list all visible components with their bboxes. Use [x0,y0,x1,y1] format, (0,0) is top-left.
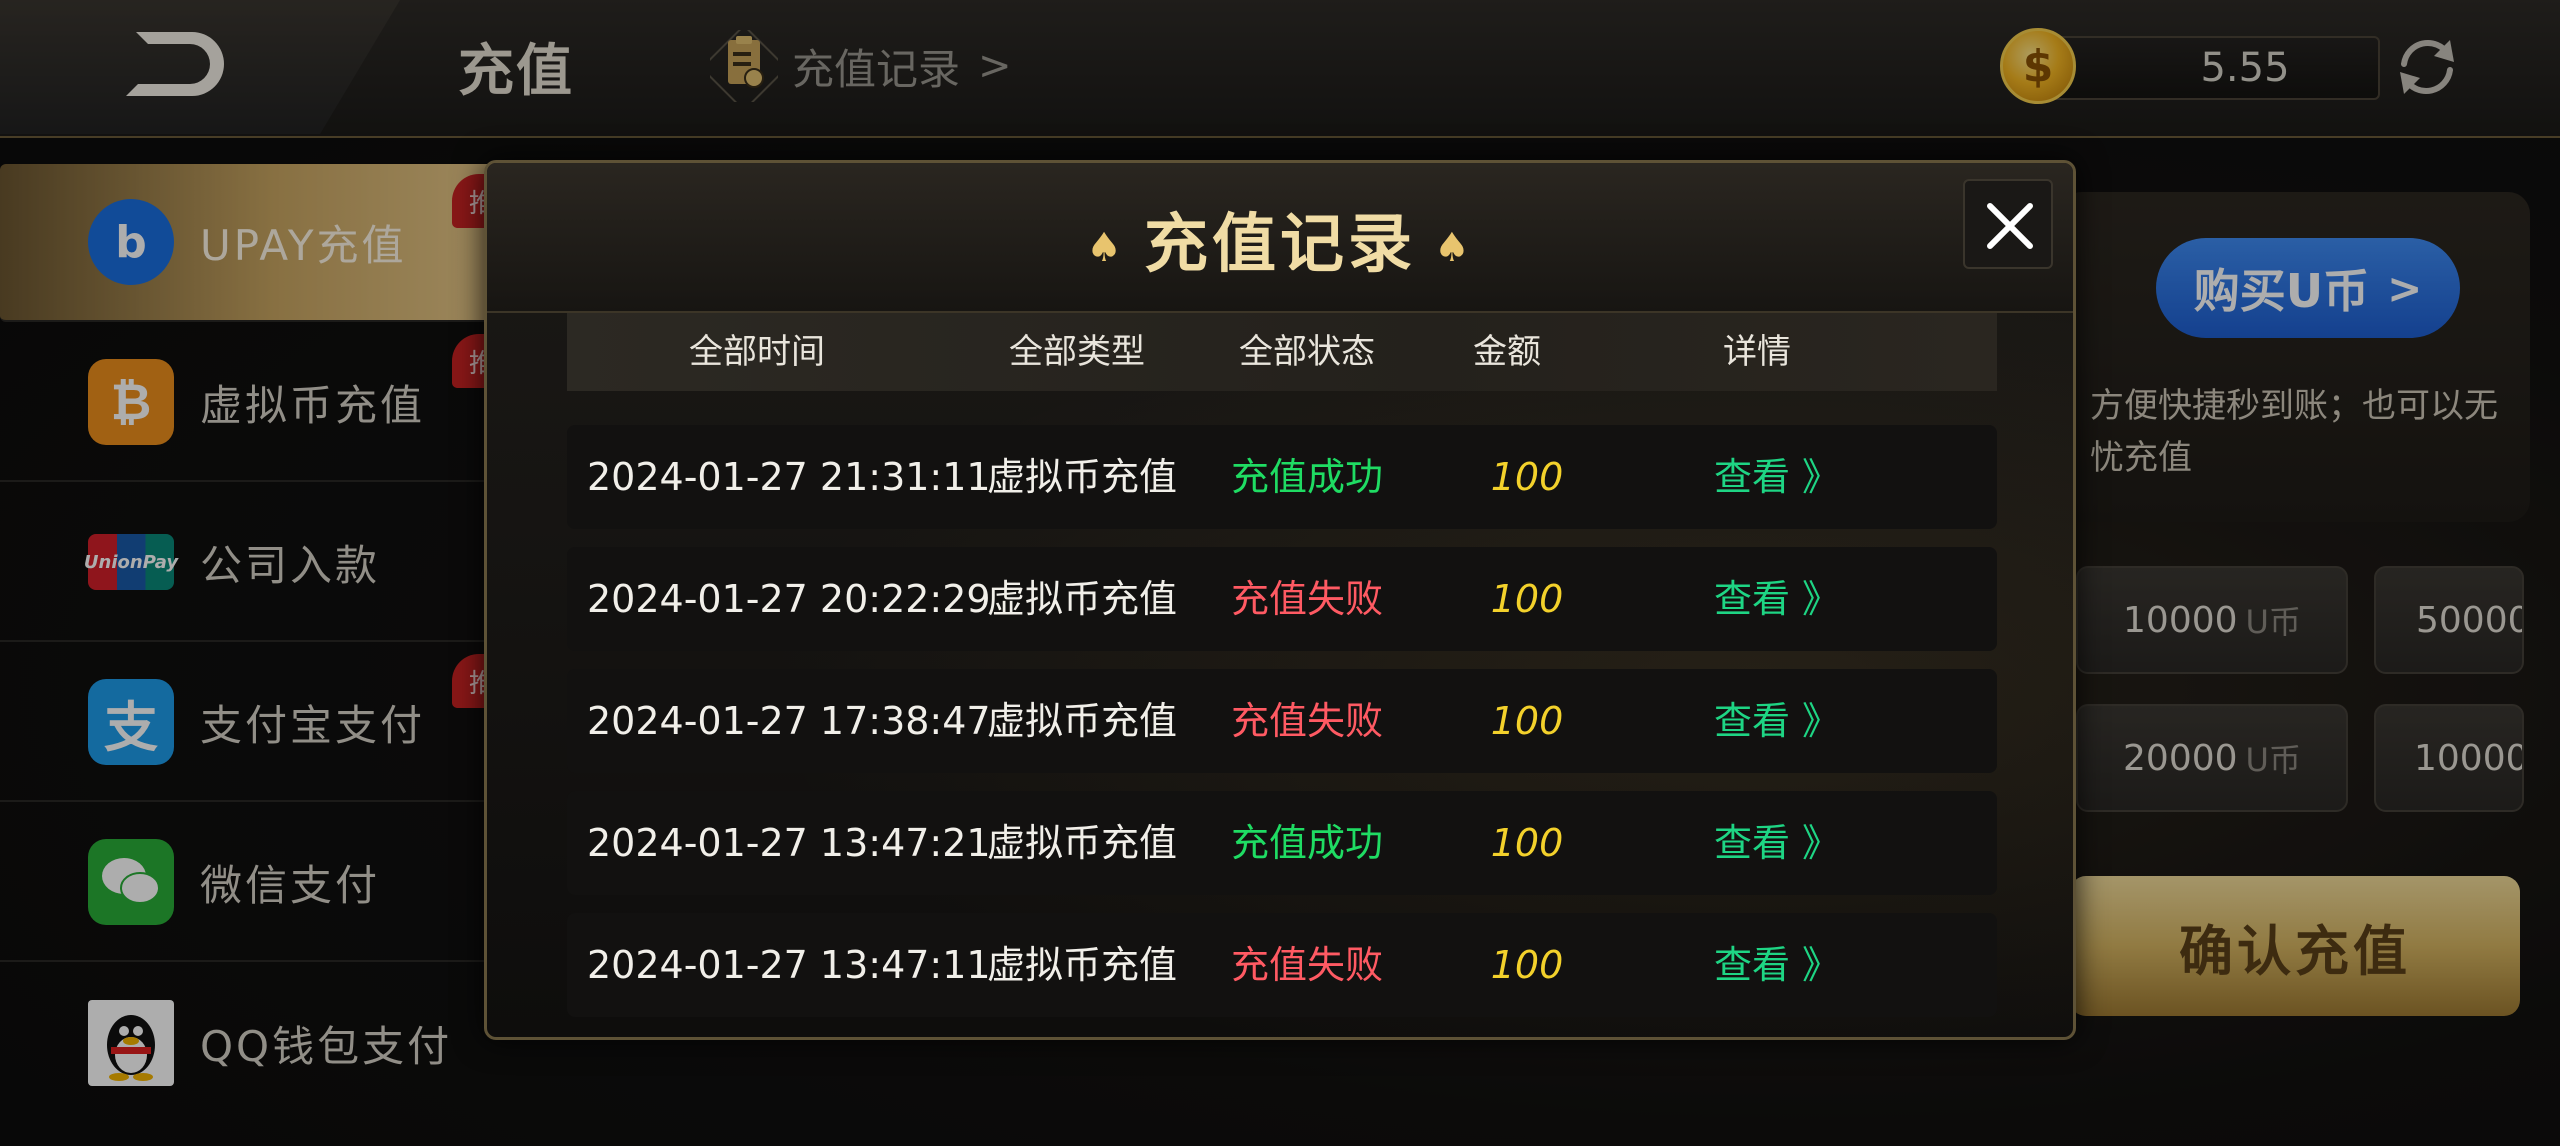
column-detail: 详情 [1723,332,1791,372]
view-detail-link[interactable]: 查看 》 [1697,791,1857,895]
view-detail-link[interactable]: 查看 》 [1697,669,1857,773]
filter-all-time[interactable]: 全部时间 [637,313,877,391]
table-row: 2024-01-27 21:31:11 虚拟币充值 充值成功 100 查看 》 [567,425,1997,529]
table-row: 2024-01-27 13:47:11 虚拟币充值 充值失败 100 查看 》 [567,913,1997,1017]
table-row: 2024-01-27 13:47:21 虚拟币充值 充值成功 100 查看 》 [567,791,1997,895]
view-detail-link[interactable]: 查看 》 [1697,547,1857,651]
record-amount: 100 [1490,821,1564,865]
record-type: 虚拟币充值 [986,577,1177,621]
close-icon [1987,203,2033,249]
record-type: 虚拟币充值 [986,821,1177,865]
spade-icon: ♠ [1086,225,1126,272]
record-amount: 100 [1490,943,1564,987]
column-amount: 金额 [1473,332,1541,372]
table-row: 2024-01-27 20:22:29 虚拟币充值 充值失败 100 查看 》 [567,547,1997,651]
modal-header: ♠ 充值记录 ♠ [487,163,2073,313]
record-time: 2024-01-27 20:22:29 [587,577,991,621]
record-time: 2024-01-27 17:38:47 [587,699,991,743]
record-time: 2024-01-27 13:47:21 [587,821,991,865]
record-amount: 100 [1490,699,1564,743]
record-time: 2024-01-27 13:47:11 [587,943,991,987]
record-status: 充值成功 [1230,455,1383,499]
table-row: 2024-01-27 17:38:47 虚拟币充值 充值失败 100 查看 》 [567,669,1997,773]
record-amount: 100 [1490,577,1564,621]
close-button[interactable] [1963,179,2053,269]
records-table-header: 全部时间 全部类型 全部状态 金额 详情 [567,313,1997,391]
recharge-records-modal: ♠ 充值记录 ♠ 全部时间 全部类型 全部状态 金额 详情 2024-01-27 2… [484,160,2076,1040]
spade-icon: ♠ [1434,225,1474,272]
modal-title: ♠ 充值记录 ♠ [487,193,2073,285]
record-status: 充值失败 [1230,577,1383,621]
filter-all-type[interactable]: 全部类型 [957,313,1197,391]
filter-all-status[interactable]: 全部状态 [1187,313,1427,391]
record-type: 虚拟币充值 [986,455,1177,499]
view-detail-link[interactable]: 查看 》 [1697,425,1857,529]
record-status: 充值成功 [1230,821,1383,865]
record-type: 虚拟币充值 [986,943,1177,987]
modal-title-text: 充值记录 [1144,208,1416,282]
record-type: 虚拟币充值 [986,699,1177,743]
view-detail-link[interactable]: 查看 》 [1697,913,1857,1017]
record-amount: 100 [1490,455,1564,499]
record-status: 充值失败 [1230,699,1383,743]
record-status: 充值失败 [1230,943,1383,987]
record-time: 2024-01-27 21:31:11 [587,455,991,499]
